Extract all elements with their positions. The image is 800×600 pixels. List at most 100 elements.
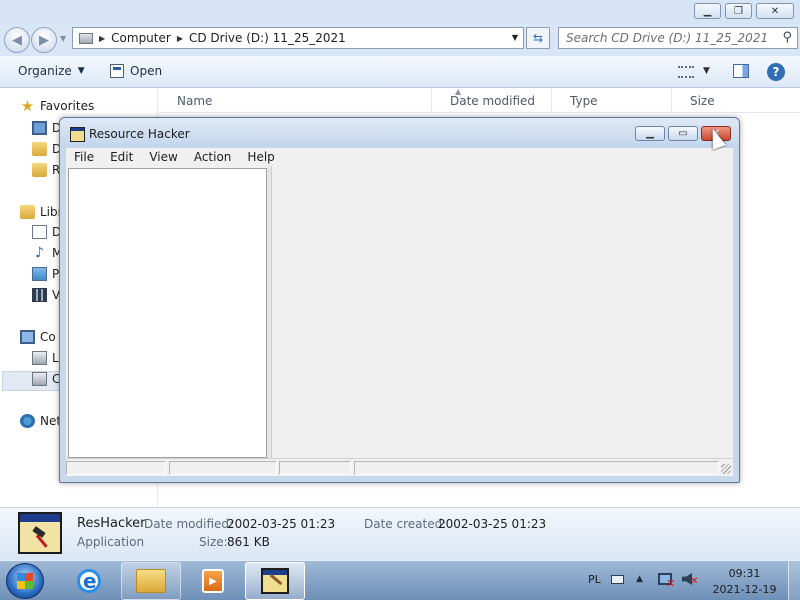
language-indicator[interactable]: PL [588, 573, 601, 586]
nav-lib-item[interactable]: V [32, 288, 60, 302]
rh-status-bar [66, 458, 733, 476]
menu-file[interactable]: File [66, 150, 102, 164]
resource-view-pane[interactable] [271, 166, 733, 458]
maximize-button[interactable]: ❐ [725, 3, 752, 19]
rh-window-title: Resource Hacker [89, 127, 190, 141]
column-name[interactable]: Name [159, 89, 432, 113]
nav-network-label: Net [40, 414, 62, 428]
preview-pane-icon[interactable] [733, 64, 749, 78]
rh-titlebar[interactable]: Resource Hacker ▁ ▭ ✕ [60, 118, 739, 148]
minimize-button[interactable]: ▁ [694, 3, 721, 19]
status-panel [354, 461, 719, 475]
nav-network[interactable]: Net [20, 414, 61, 428]
address-bar[interactable]: ▶ Computer ▶ CD Drive (D:) 11_25_2021 ▼ [72, 27, 524, 49]
nav-lib-item[interactable]: ♪ M [32, 246, 62, 260]
recent-pages-dropdown[interactable]: ▼ [60, 34, 66, 43]
show-hidden-icons-icon[interactable]: ▲ [636, 574, 643, 584]
details-date-modified: 2002-03-25 01:23 [227, 517, 336, 531]
explorer-titlebar: ▁ ❐ ✕ [0, 0, 800, 24]
taskbar-media-player[interactable]: ▶ [183, 562, 243, 600]
address-row: ◀ ▶ ▼ ▶ Computer ▶ CD Drive (D:) 11_25_2… [0, 24, 800, 56]
keyboard-icon[interactable] [611, 575, 624, 584]
nav-lib-item[interactable]: P [32, 267, 59, 281]
internet-explorer-icon [77, 569, 101, 593]
rh-menu-bar: File Edit View Action Help [66, 148, 733, 166]
open-label: Open [130, 64, 163, 78]
address-dropdown-icon[interactable]: ▼ [512, 33, 518, 42]
change-view-icon[interactable] [678, 66, 694, 78]
cd-drive-icon [32, 372, 47, 386]
nav-fav-item[interactable]: D [32, 121, 61, 135]
status-panel [66, 461, 166, 475]
details-size: 861 KB [227, 535, 270, 549]
view-options-dropdown[interactable]: ▼ [703, 66, 710, 76]
details-file-name: ResHacker [77, 516, 146, 531]
pictures-icon [32, 267, 47, 281]
open-icon [110, 64, 124, 78]
back-button[interactable]: ◀ [4, 27, 30, 53]
star-icon: ★ [20, 97, 35, 115]
column-size[interactable]: Size [672, 89, 800, 113]
taskbar-resource-hacker[interactable] [245, 562, 305, 600]
taskbar: ▶ PL ▲ ✕ ✕ 09:31 2021-12-19 [0, 560, 800, 600]
search-input[interactable] [566, 31, 771, 45]
details-date-modified-label: Date modified: [144, 517, 234, 531]
nav-lib-item[interactable]: D [32, 225, 61, 239]
menu-view[interactable]: View [141, 150, 185, 164]
menu-action[interactable]: Action [186, 150, 240, 164]
resource-hacker-icon[interactable] [70, 127, 85, 142]
nav-favorites[interactable]: ★ Favorites [20, 97, 94, 115]
videos-icon [32, 288, 47, 302]
downloads-folder-icon [32, 142, 47, 156]
nav-computer-label: Co [40, 330, 56, 344]
details-size-label: Size: [199, 535, 228, 549]
recent-places-icon [32, 163, 47, 177]
forward-button[interactable]: ▶ [31, 27, 57, 53]
refresh-button[interactable]: ⇆ [526, 27, 550, 49]
documents-icon [32, 225, 47, 239]
rh-minimize-button[interactable]: ▁ [635, 126, 665, 141]
chevron-right-icon[interactable]: ▶ [99, 34, 105, 43]
folder-icon [136, 569, 166, 593]
organize-button[interactable]: Organize ▼ [18, 64, 85, 78]
desktop-icon [32, 121, 47, 135]
status-panel [169, 461, 277, 475]
menu-help[interactable]: Help [239, 150, 282, 164]
clock-time: 09:31 [728, 567, 761, 580]
search-box[interactable]: ⚲ [558, 27, 798, 49]
breadcrumb-computer[interactable]: Computer [111, 31, 171, 45]
resource-tree-pane[interactable] [68, 168, 267, 458]
network-icon [20, 414, 35, 428]
nav-comp-item[interactable]: C [32, 372, 60, 386]
nav-libraries[interactable]: Libr [20, 205, 63, 219]
taskbar-internet-explorer[interactable] [60, 562, 118, 600]
breadcrumb-cd-drive[interactable]: CD Drive (D:) 11_25_2021 [189, 31, 346, 45]
nav-fav-item[interactable]: R [32, 163, 60, 177]
forward-arrow-icon: ▶ [39, 32, 49, 48]
start-button[interactable] [6, 563, 44, 599]
resource-hacker-window: Resource Hacker ▁ ▭ ✕ File Edit View Act… [59, 117, 740, 483]
nav-computer[interactable]: Co [20, 330, 56, 344]
help-icon[interactable]: ? [767, 63, 785, 81]
nav-fav-item[interactable]: D [32, 142, 61, 156]
details-file-type: Application [77, 535, 145, 549]
resource-hacker-icon [261, 568, 289, 594]
show-desktop-button[interactable] [788, 561, 800, 600]
details-date-created-label: Date created: [364, 517, 447, 531]
column-date-modified[interactable]: Date modified [432, 89, 552, 113]
system-clock[interactable]: 09:31 2021-12-19 [712, 566, 777, 598]
taskbar-windows-explorer[interactable] [121, 562, 181, 600]
refresh-icon: ⇆ [532, 31, 544, 45]
open-button[interactable]: Open [110, 64, 162, 78]
close-button[interactable]: ✕ [756, 3, 794, 19]
volume-muted-icon: ✕ [690, 576, 699, 587]
column-type[interactable]: Type [552, 89, 672, 113]
back-arrow-icon: ◀ [12, 32, 22, 48]
resize-grip[interactable] [721, 464, 731, 474]
network-disconnected-icon: ✕ [666, 577, 676, 590]
chevron-right-icon[interactable]: ▶ [177, 34, 183, 43]
menu-edit[interactable]: Edit [102, 150, 141, 164]
search-icon[interactable]: ⚲ [782, 30, 792, 45]
rh-client-area [66, 166, 733, 458]
rh-maximize-button[interactable]: ▭ [668, 126, 698, 141]
